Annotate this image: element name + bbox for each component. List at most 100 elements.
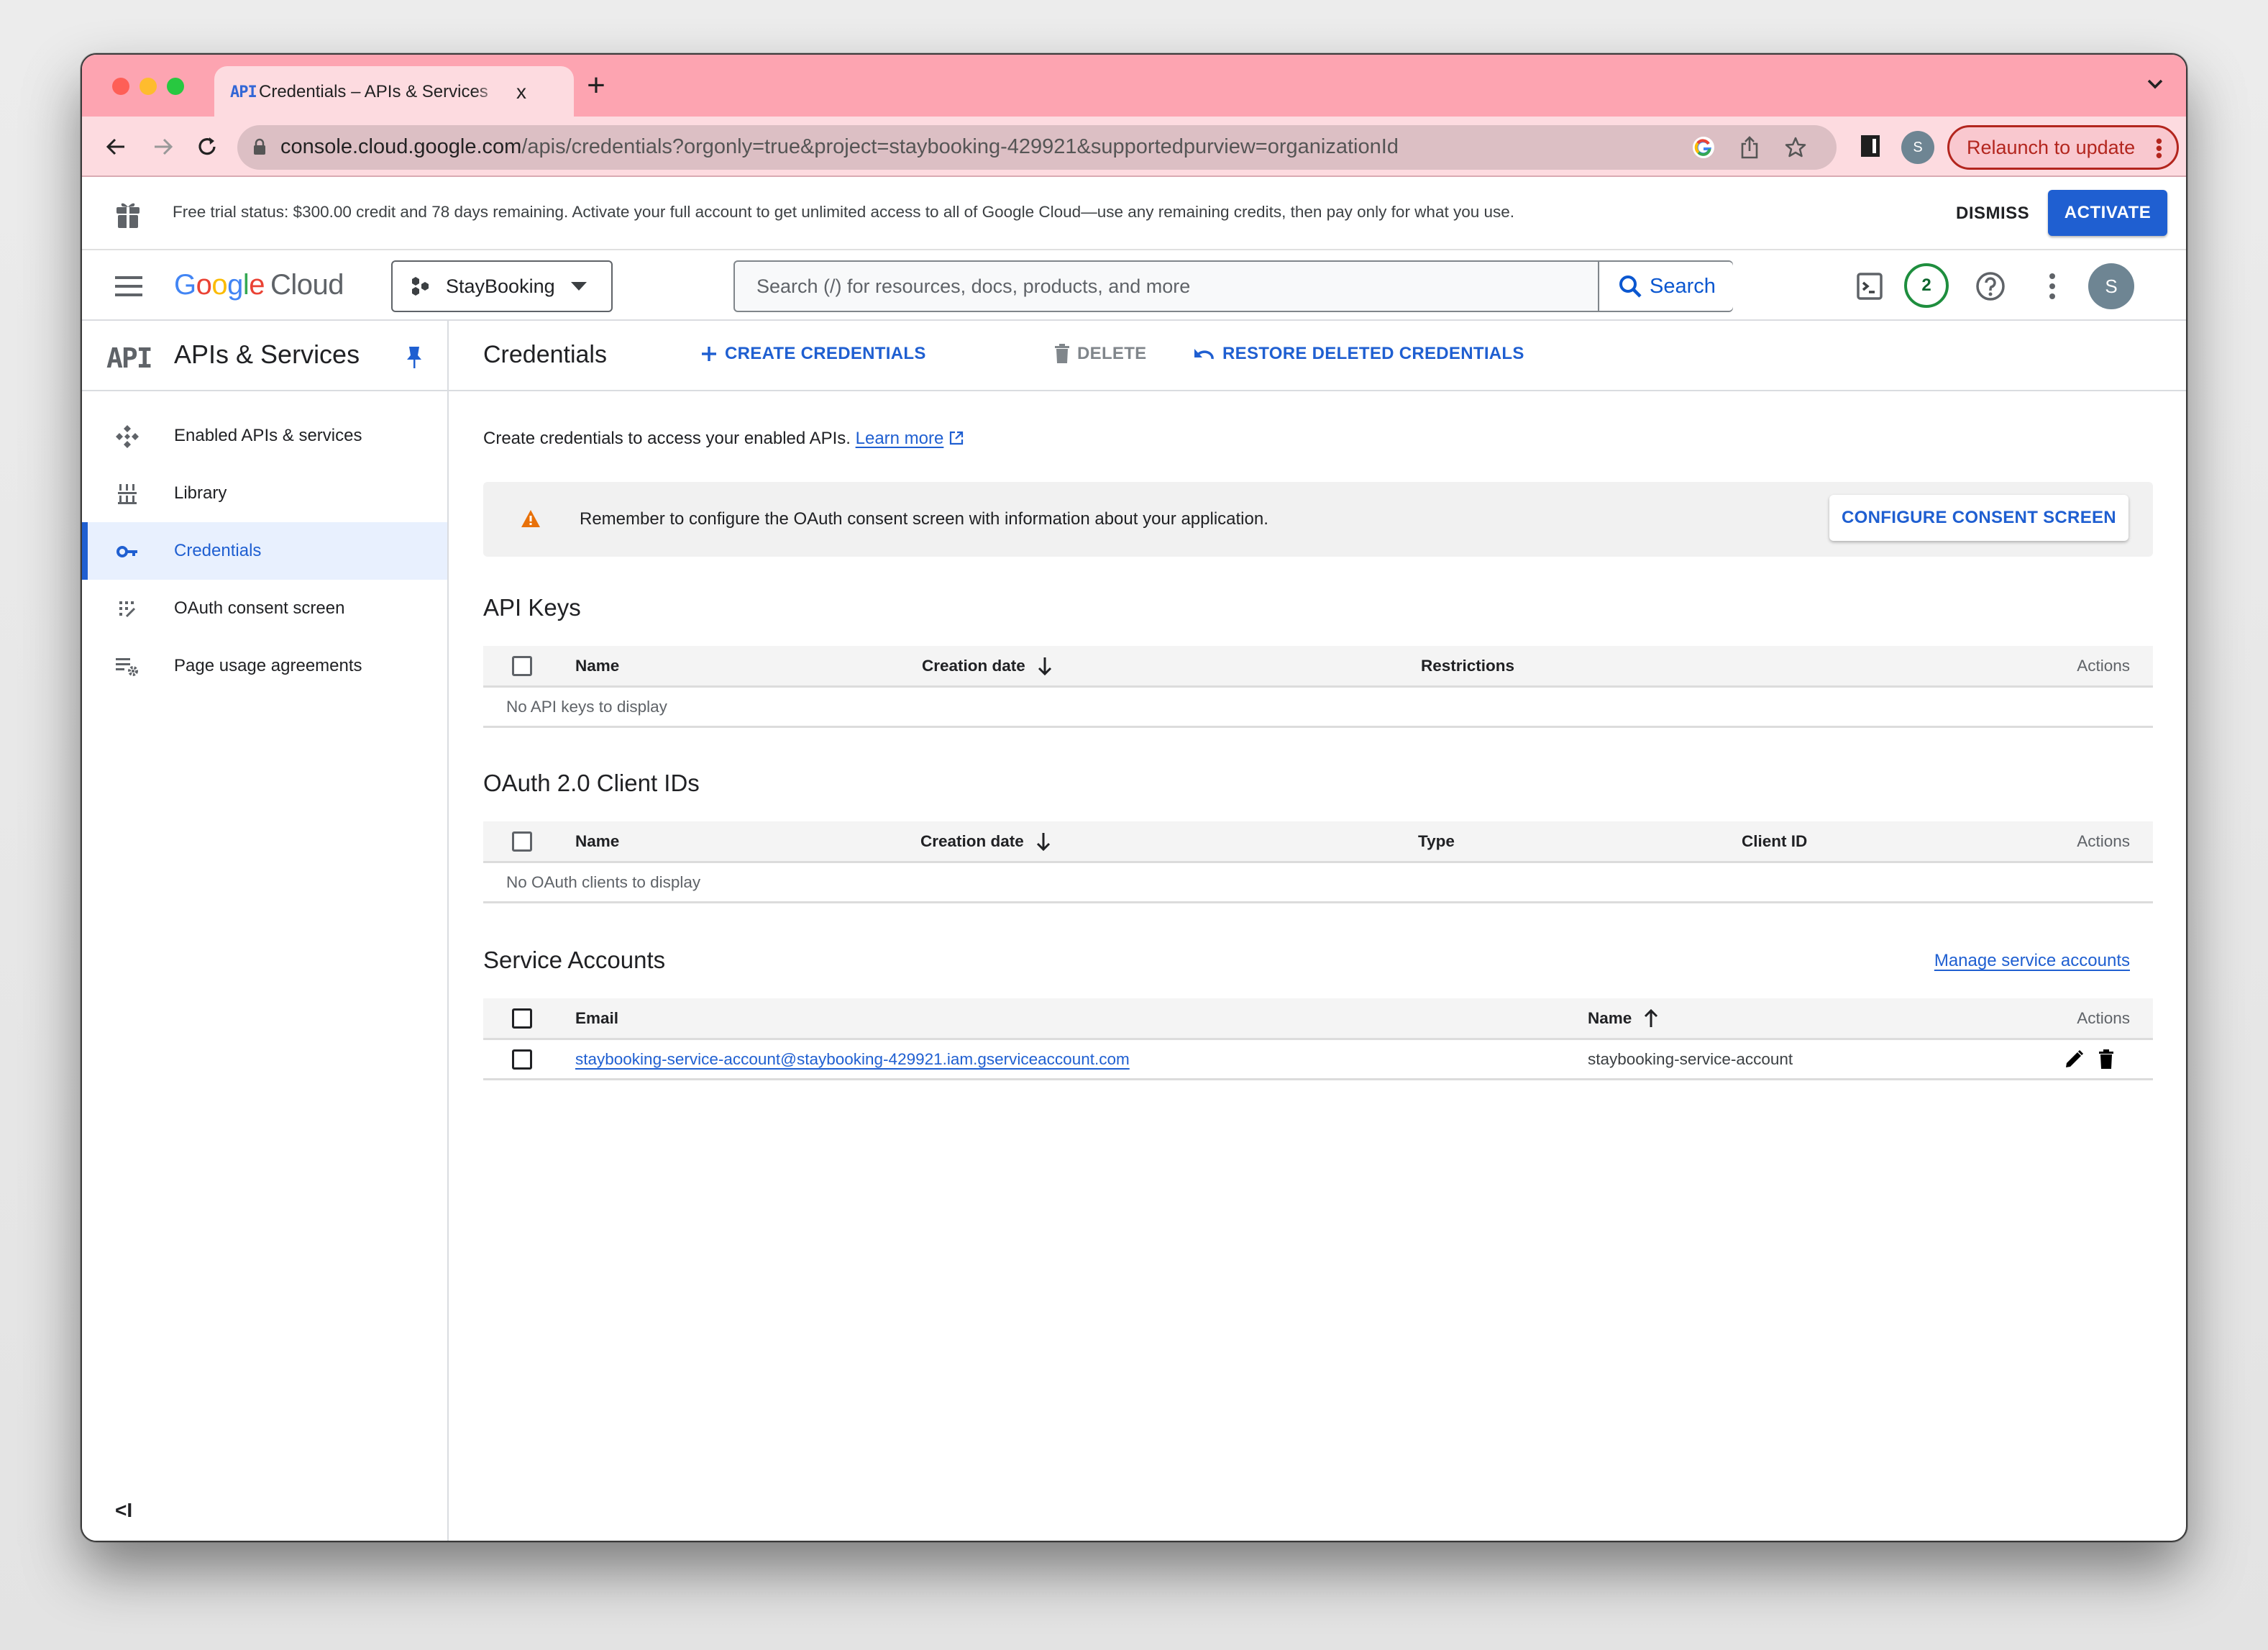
close-window-button[interactable] [112,78,129,95]
table-header: Email Name Actions [483,998,2153,1040]
api-keys-title: API Keys [483,594,581,621]
url-text[interactable]: console.cloud.google.com/apis/credential… [280,135,1399,159]
sidebar-item-label: Enabled APIs & services [174,426,362,445]
sidebar-item-oauth-consent[interactable]: OAuth consent screen [82,580,447,637]
column-actions: Actions [2077,831,2130,850]
table-header: Name Creation date Type Client ID Action… [483,821,2153,863]
create-credentials-button[interactable]: CREATE CREDENTIALS [700,344,926,364]
external-link-icon [949,431,964,445]
cloud-shell-terminal-icon[interactable] [1849,266,1890,306]
collapse-sidebar-icon[interactable]: <I [115,1499,132,1522]
sidebar-title: APIs & Services [174,339,360,369]
browser-profile-avatar[interactable]: S [1901,131,1934,164]
page-action-bar: Credentials CREATE CREDENTIALS DELETE RE… [449,321,2186,391]
google-lens-icon[interactable] [1691,135,1716,160]
tab-bar: API Credentials – APIs & Services x + [82,55,2186,118]
delete-button[interactable]: DELETE [1054,344,1146,364]
sidebar-item-label: Credentials [174,541,262,560]
sidebar-item-library[interactable]: Library [82,465,447,522]
dismiss-button[interactable]: DISMISS [1949,199,2036,229]
intro-text: Create credentials to access your enable… [483,429,964,449]
table-row: staybooking-service-account@staybooking-… [483,1040,2153,1080]
column-name[interactable]: Name [575,646,619,685]
column-client-id: Client ID [1742,831,1808,850]
warning-icon [521,510,540,527]
empty-message: No OAuth clients to display [506,872,701,891]
back-arrow-icon[interactable] [101,131,132,163]
address-bar[interactable]: console.cloud.google.com/apis/credential… [237,125,1837,170]
account-avatar[interactable]: S [2088,263,2134,309]
edit-pencil-icon[interactable] [2064,1049,2084,1070]
usage-agreements-icon [115,655,140,679]
select-all-checkbox[interactable] [512,1008,532,1029]
google-cloud-logo[interactable]: Google Cloud [174,269,344,301]
gift-icon [116,203,140,228]
sidebar-item-label: Page usage agreements [174,656,362,675]
manage-service-accounts-link[interactable]: Manage service accounts [1934,951,2130,971]
column-creation-date[interactable]: Creation date [920,821,1051,861]
relaunch-label: Relaunch to update [1967,136,2136,158]
share-icon[interactable] [1737,135,1762,160]
empty-row: No API keys to display [483,688,2153,728]
main-content: Credentials CREATE CREDENTIALS DELETE RE… [449,321,2186,1541]
service-accounts-title: Service Accounts [483,947,666,973]
forward-arrow-icon[interactable] [147,131,178,163]
api-keys-table: Name Creation date Restrictions Actions … [483,646,2153,728]
sidebar-item-label: OAuth consent screen [174,598,345,618]
search-input[interactable] [735,262,1599,311]
side-panel-icon[interactable] [1861,135,1880,157]
navigation-menu-icon[interactable] [115,276,142,296]
column-actions: Actions [2077,656,2130,675]
tab-close-icon[interactable]: x [516,81,526,104]
browser-tab-credentials[interactable]: API Credentials – APIs & Services x [214,66,574,118]
row-checkbox[interactable] [512,1049,532,1070]
configure-consent-screen-button[interactable]: CONFIGURE CONSENT SCREEN [1829,495,2128,541]
tab-search-chevron-icon[interactable] [2144,73,2166,95]
column-creation-date[interactable]: Creation date [922,646,1053,685]
sort-descending-icon [1036,832,1050,851]
browser-toolbar: console.cloud.google.com/apis/credential… [82,117,2186,177]
free-trial-banner: Free trial status: $300.00 credit and 78… [82,177,2186,250]
project-picker[interactable]: StayBooking [391,260,613,312]
api-logo-icon: API [106,342,153,374]
restore-deleted-credentials-button[interactable]: RESTORE DELETED CREDENTIALS [1194,344,1524,364]
service-account-email-link[interactable]: staybooking-service-account@staybooking-… [575,1050,1130,1069]
activate-button[interactable]: ACTIVATE [2048,190,2167,236]
project-hexagons-icon [412,277,429,296]
notice-text: Remember to configure the OAuth consent … [580,509,1268,529]
browser-menu-icon[interactable]: • • • [2156,132,2162,165]
new-tab-button[interactable]: + [578,68,614,104]
consent-screen-icon [115,597,140,621]
bookmark-star-icon[interactable] [1783,135,1808,160]
more-options-icon[interactable] [2032,266,2072,306]
select-all-checkbox[interactable] [512,831,532,852]
email-cell: staybooking-service-account@staybooking-… [575,1040,1130,1078]
lock-icon [254,138,265,155]
minimize-window-button[interactable] [140,78,157,95]
relaunch-to-update-button[interactable]: Relaunch to update • • • [1947,125,2179,170]
select-all-checkbox[interactable] [512,655,532,676]
column-name[interactable]: Name [575,821,619,861]
sidebar-header: API APIs & Services [82,321,447,391]
column-name[interactable]: Name [1588,998,1659,1038]
search-button[interactable]: Search [1601,262,1733,311]
oauth-clients-title: OAuth 2.0 Client IDs [483,770,700,796]
sidebar-item-enabled-apis[interactable]: Enabled APIs & services [82,407,447,465]
reload-icon[interactable] [191,131,223,163]
pin-icon[interactable] [406,345,423,370]
service-accounts-table: Email Name Actions staybooking-service-a… [483,998,2153,1080]
empty-row: No OAuth clients to display [483,863,2153,903]
search-bar: Search [733,260,1733,312]
delete-trash-icon[interactable] [2098,1049,2114,1070]
sidebar-item-credentials[interactable]: Credentials [82,522,447,580]
learn-more-link[interactable]: Learn more [856,429,944,448]
undo-icon [1194,349,1214,360]
column-email: Email [575,1008,619,1027]
sidebar-item-page-usage[interactable]: Page usage agreements [82,637,447,695]
sidebar-item-label: Library [174,483,227,503]
service-account-name: staybooking-service-account [1588,1049,1793,1068]
browser-window: API Credentials – APIs & Services x + co… [81,53,2187,1542]
notifications-badge[interactable]: 2 [1904,263,1949,308]
maximize-window-button[interactable] [167,78,184,95]
help-icon[interactable] [1970,266,2011,306]
